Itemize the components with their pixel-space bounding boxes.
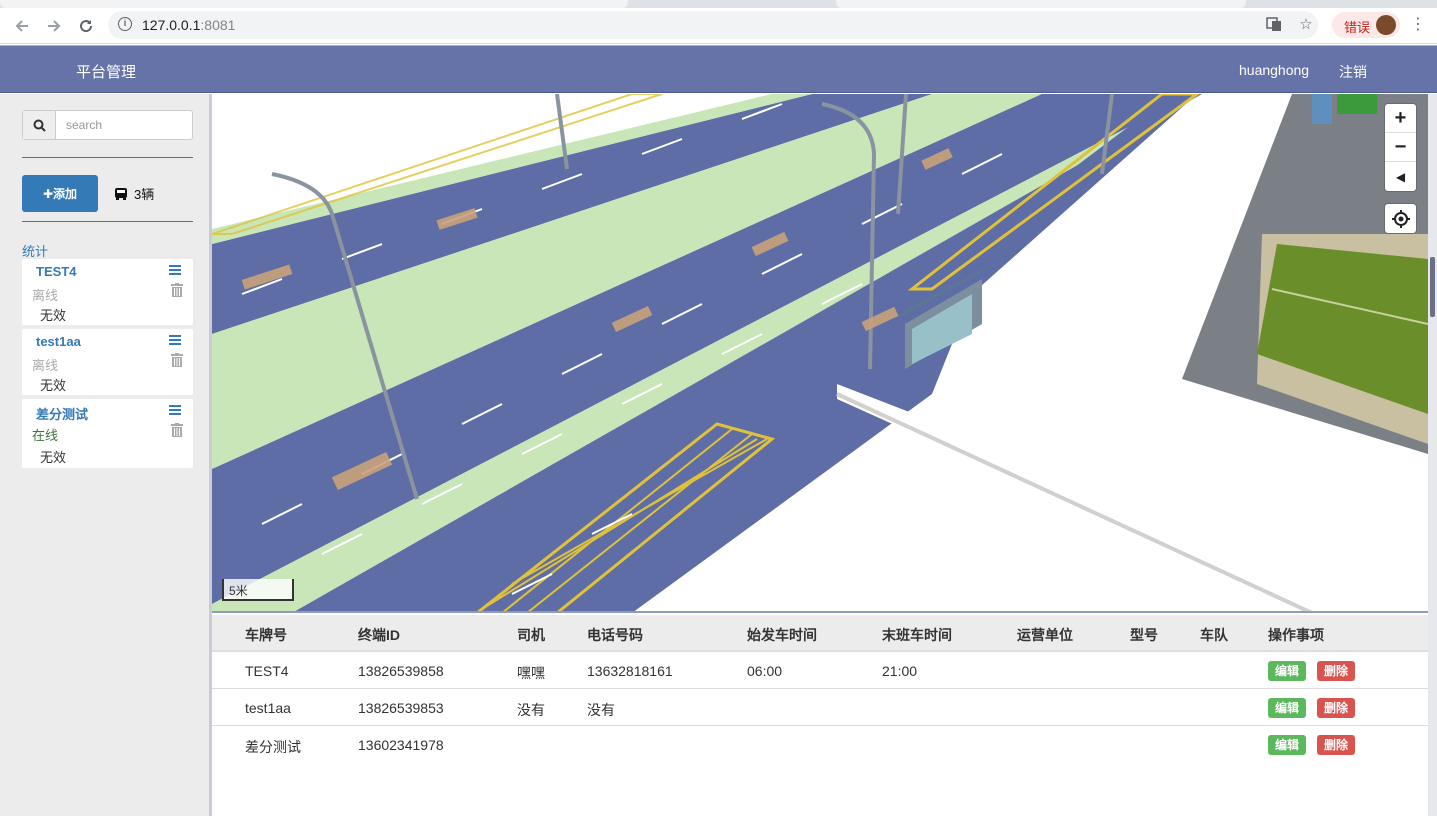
trash-icon[interactable] (171, 423, 183, 437)
sidebar: ✚添加 3辆 统计 TEST4 离线 无效 test1aa 离线 无效 差分测试… (0, 94, 212, 816)
edit-button[interactable]: 编辑 (1268, 661, 1306, 681)
vehicle-card[interactable]: test1aa 离线 无效 (22, 329, 193, 395)
search-group (22, 110, 193, 140)
table-row: test1aa 13826539853 没有 没有 编辑 删除 (212, 689, 1428, 726)
cell-terminal-id: 13602341978 (358, 737, 444, 753)
column-header: 始发车时间 (747, 627, 817, 643)
vehicle-count: 3辆 (114, 184, 154, 203)
column-header: 电话号码 (587, 627, 643, 643)
delete-button[interactable]: 删除 (1317, 661, 1355, 681)
vehicle-count-text: 3辆 (134, 187, 155, 202)
cell-phone: 没有 (587, 702, 615, 718)
zoom-in-icon[interactable]: + (1385, 104, 1416, 133)
vehicle-status: 离线 (32, 288, 59, 303)
user-name-link[interactable]: huanghong (1239, 62, 1309, 78)
table-row: TEST4 13826539858 嘿嘿 13632818161 06:00 2… (212, 652, 1428, 689)
cell-driver: 没有 (517, 702, 545, 718)
address-bar[interactable]: i 127.0.0.1:8081 ☆ (108, 11, 1318, 39)
scrollbar-thumb[interactable] (1430, 257, 1435, 317)
delete-button[interactable]: 删除 (1317, 698, 1355, 718)
vehicle-name[interactable]: test1aa (36, 334, 81, 349)
locate-icon[interactable] (1385, 204, 1416, 233)
scale-bar: 5米 (222, 579, 294, 601)
translate-icon[interactable] (1265, 16, 1283, 34)
vehicle-status: 离线 (32, 358, 59, 373)
column-header: 型号 (1130, 627, 1158, 643)
browser-tab[interactable] (0, 0, 628, 8)
cell-first-time: 06:00 (747, 663, 783, 679)
trash-icon[interactable] (171, 283, 183, 297)
menu-icon[interactable] (169, 335, 181, 345)
vehicle-validity: 无效 (40, 450, 67, 465)
brand-title[interactable]: 平台管理 (76, 61, 136, 82)
column-header: 车队 (1200, 627, 1228, 643)
table-header: 车牌号 终端ID 司机 电话号码 始发车时间 末班车时间 运营单位 型号 车队 … (212, 615, 1428, 652)
edit-button[interactable]: 编辑 (1268, 735, 1306, 755)
vehicle-table: 车牌号 终端ID 司机 电话号码 始发车时间 末班车时间 运营单位 型号 车队 … (212, 615, 1428, 816)
vehicle-validity: 无效 (40, 378, 67, 393)
vehicle-status: 在线 (32, 428, 59, 443)
table-row: 差分测试 13602341978 编辑 删除 (212, 726, 1428, 763)
cell-plate: TEST4 (245, 663, 289, 679)
compass-icon[interactable]: ◀ (1385, 162, 1416, 191)
profile-error-chip[interactable]: 错误 (1332, 12, 1400, 38)
zoom-out-icon[interactable]: − (1385, 133, 1416, 162)
logout-link[interactable]: 注销 (1339, 62, 1367, 82)
search-icon (23, 111, 56, 139)
error-chip-label: 错误 (1344, 20, 1371, 35)
url-text: 127.0.0.1:8081 (142, 17, 236, 33)
column-header: 车牌号 (245, 627, 287, 643)
edit-button[interactable]: 编辑 (1268, 698, 1306, 718)
browser-tabstrip (0, 0, 1437, 8)
column-header: 终端ID (358, 627, 400, 643)
column-header: 司机 (517, 627, 545, 643)
vehicle-card[interactable]: 差分测试 在线 无效 (22, 399, 193, 468)
reload-icon[interactable] (74, 14, 98, 38)
column-header: 操作事项 (1268, 627, 1324, 643)
info-icon[interactable]: i (118, 17, 132, 31)
browser-tab[interactable] (836, 0, 1246, 8)
divider (22, 221, 193, 222)
star-icon[interactable]: ☆ (1297, 16, 1315, 34)
cell-phone: 13632818161 (587, 663, 673, 679)
cell-terminal-id: 13826539853 (358, 700, 444, 716)
scrollbar[interactable] (1428, 94, 1437, 816)
forward-icon[interactable] (42, 14, 66, 38)
trash-icon[interactable] (171, 353, 183, 367)
vehicle-validity: 无效 (40, 308, 67, 323)
vehicle-name[interactable]: TEST4 (36, 264, 76, 279)
cell-plate: 差分测试 (245, 739, 301, 755)
divider (22, 157, 193, 158)
vehicle-name[interactable]: 差分测试 (36, 404, 88, 423)
locate-control (1385, 204, 1416, 233)
avatar (1376, 15, 1396, 35)
browser-toolbar: i 127.0.0.1:8081 ☆ 错误 ⋮ (0, 8, 1437, 44)
stats-link[interactable]: 统计 (22, 241, 48, 260)
menu-icon[interactable] (169, 265, 181, 275)
column-header: 末班车时间 (882, 627, 952, 643)
vehicle-card[interactable]: TEST4 离线 无效 (22, 259, 193, 325)
add-vehicle-button[interactable]: ✚添加 (22, 175, 98, 212)
search-input[interactable] (57, 111, 192, 139)
app-navbar: 平台管理 huanghong 注销 (0, 45, 1437, 93)
kebab-menu-icon[interactable]: ⋮ (1410, 14, 1426, 34)
cell-plate: test1aa (245, 700, 291, 716)
bus-icon (115, 187, 127, 200)
delete-button[interactable]: 删除 (1317, 735, 1355, 755)
cell-driver: 嘿嘿 (517, 665, 545, 681)
cell-terminal-id: 13826539858 (358, 663, 444, 679)
map-view[interactable]: + − ◀ 5米 (212, 94, 1428, 613)
back-icon[interactable] (10, 14, 34, 38)
zoom-controls: + − ◀ (1385, 104, 1416, 191)
column-header: 运营单位 (1017, 627, 1073, 643)
map-scene (212, 94, 1428, 611)
menu-icon[interactable] (169, 405, 181, 415)
cell-last-time: 21:00 (882, 663, 918, 679)
